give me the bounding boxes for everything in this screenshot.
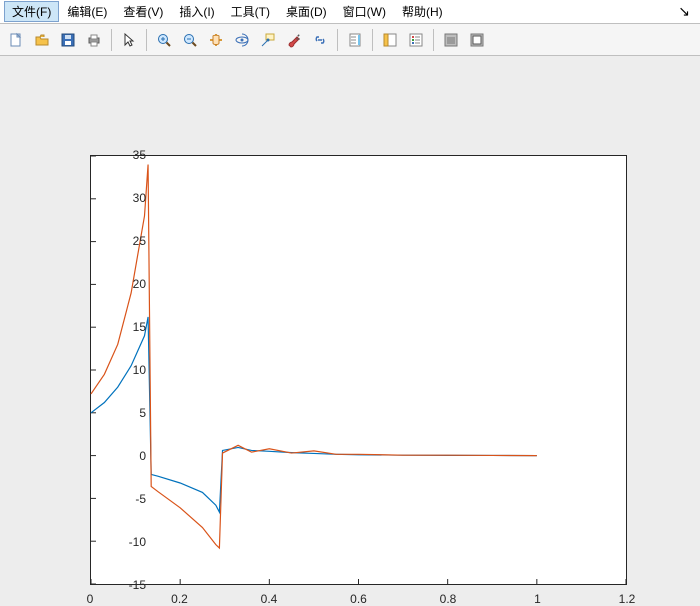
open-folder-icon[interactable]: [30, 28, 54, 52]
y-tick-label: 10: [106, 363, 146, 377]
y-tick-label: -10: [106, 535, 146, 549]
new-file-icon[interactable]: [4, 28, 28, 52]
x-tick-label: 1: [534, 592, 541, 606]
menu-bar: 文件(F) 编辑(E) 查看(V) 插入(I) 工具(T) 桌面(D) 窗口(W…: [0, 0, 700, 24]
y-tick-label: 30: [106, 191, 146, 205]
toolbar-separator: [433, 29, 434, 51]
save-icon[interactable]: [56, 28, 80, 52]
line-plot: [91, 156, 626, 584]
x-tick-label: 0.6: [350, 592, 367, 606]
toolbar-separator: [111, 29, 112, 51]
x-tick-label: 0.2: [171, 592, 188, 606]
rotate3d-icon[interactable]: [230, 28, 254, 52]
y-tick-label: 35: [106, 148, 146, 162]
y-tick-label: 20: [106, 277, 146, 291]
zoom-out-icon[interactable]: [178, 28, 202, 52]
x-tick-label: 0.8: [440, 592, 457, 606]
menu-insert[interactable]: 插入(I): [171, 1, 222, 22]
x-tick-label: 1.2: [619, 592, 636, 606]
toolbar: [0, 24, 700, 56]
menu-file[interactable]: 文件(F): [4, 1, 59, 22]
y-tick-label: 0: [106, 449, 146, 463]
figure-area: -15-10-50510152025303500.20.40.60.811.2: [0, 56, 700, 589]
toolbar-separator: [146, 29, 147, 51]
zoom-in-icon[interactable]: [152, 28, 176, 52]
menu-window[interactable]: 窗口(W): [335, 1, 394, 22]
y-tick-label: 5: [106, 406, 146, 420]
menu-desktop[interactable]: 桌面(D): [278, 1, 335, 22]
series-line: [91, 165, 537, 548]
pointer-icon[interactable]: [117, 28, 141, 52]
toolbar-separator: [337, 29, 338, 51]
layout-legend-icon[interactable]: [404, 28, 428, 52]
toolbar-separator: [372, 29, 373, 51]
x-tick-label: 0: [87, 592, 94, 606]
print-icon[interactable]: [82, 28, 106, 52]
undock-icon[interactable]: [465, 28, 489, 52]
menu-view[interactable]: 查看(V): [115, 1, 171, 22]
menu-edit[interactable]: 编辑(E): [59, 1, 115, 22]
dock-icon[interactable]: [439, 28, 463, 52]
x-tick-label: 0.4: [261, 592, 278, 606]
data-cursor-icon[interactable]: [256, 28, 280, 52]
y-tick-label: 25: [106, 234, 146, 248]
series-line: [91, 317, 537, 512]
menu-help[interactable]: 帮助(H): [394, 1, 451, 22]
y-tick-label: -5: [106, 492, 146, 506]
y-tick-label: -15: [106, 578, 146, 592]
insert-colorbar-icon[interactable]: [343, 28, 367, 52]
menu-dock-glyph[interactable]: ↘: [672, 3, 696, 20]
axes[interactable]: [90, 155, 627, 585]
menu-tools[interactable]: 工具(T): [223, 1, 278, 22]
link-icon[interactable]: [308, 28, 332, 52]
y-tick-label: 15: [106, 320, 146, 334]
layout-left-icon[interactable]: [378, 28, 402, 52]
brush-icon[interactable]: [282, 28, 306, 52]
pan-icon[interactable]: [204, 28, 228, 52]
